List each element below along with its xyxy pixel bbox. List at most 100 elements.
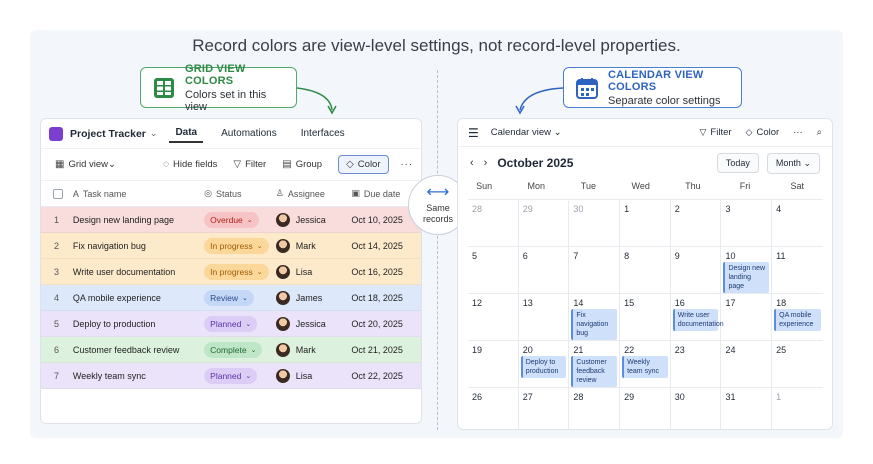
app-title[interactable]: Project Tracker (70, 128, 146, 140)
table-row[interactable]: 2 Fix navigation bug In progress ⌄ Mark Oct 1… (41, 233, 421, 259)
calendar-day[interactable]: 1 (772, 388, 823, 429)
calendar-event[interactable]: Weekly team sync (622, 356, 668, 378)
table-row[interactable]: 3 Write user documentation In progress ⌄ Lis… (41, 259, 421, 285)
task-name[interactable]: Design new landing page (73, 215, 204, 225)
calendar-event[interactable]: QA mobile experience (774, 309, 821, 331)
due-date[interactable]: Oct 20, 2025 (351, 319, 421, 329)
calendar-day[interactable]: 23 (671, 341, 722, 387)
calendar-day[interactable]: 29 (620, 388, 671, 429)
task-name[interactable]: Write user documentation (73, 267, 204, 277)
calendar-event[interactable]: Design new landing page (723, 262, 770, 293)
nav-interfaces[interactable]: Interfaces (295, 125, 351, 142)
prev-month-icon[interactable]: ‹ (470, 157, 474, 169)
calendar-day[interactable]: 7 (569, 247, 621, 293)
status-pill[interactable]: Planned ⌄ (204, 367, 258, 384)
calendar-day[interactable]: 9 (671, 247, 722, 293)
column-header-assignee[interactable]: ♙ Assignee (276, 188, 352, 199)
status-pill[interactable]: Review ⌄ (204, 289, 254, 306)
column-task-label: Task name (82, 188, 127, 199)
calendar-day[interactable]: 20 Deploy to production (519, 341, 570, 387)
status-pill[interactable]: Overdue ⌄ (204, 211, 259, 228)
table-row[interactable]: 7 Weekly team sync Planned ⌄ Lisa Oct 22, 202… (41, 363, 421, 389)
chevron-down-icon[interactable]: ⌄ (150, 128, 158, 139)
calendar-day[interactable]: 27 (519, 388, 570, 429)
task-name[interactable]: Deploy to production (73, 319, 204, 329)
status-label: Review (210, 292, 239, 303)
table-row[interactable]: 5 Deploy to production Planned ⌄ Jessica Oct … (41, 311, 421, 337)
calendar-day[interactable]: 8 (620, 247, 671, 293)
month-mode-select[interactable]: Month ⌄ (766, 152, 820, 174)
calendar-day[interactable]: 26 (468, 388, 519, 429)
column-header-status[interactable]: ◎ Status (204, 188, 276, 199)
next-month-icon[interactable]: › (484, 157, 488, 169)
task-name[interactable]: QA mobile experience (73, 293, 204, 303)
calendar-day[interactable]: 29 (519, 200, 570, 246)
more-button[interactable]: ··· (401, 159, 414, 170)
calendar-day[interactable]: 5 (468, 247, 519, 293)
filter-button[interactable]: ▽ Filter (233, 159, 266, 170)
due-date[interactable]: Oct 22, 2025 (351, 371, 421, 381)
calendar-day[interactable]: 13 (519, 294, 570, 340)
task-name[interactable]: Weekly team sync (73, 371, 204, 381)
calendar-day[interactable]: 14 Fix navigation bug (569, 294, 621, 340)
calendar-day[interactable]: 16 Write user documentation (671, 294, 724, 340)
calendar-day[interactable]: 22 Weekly team sync (620, 341, 671, 387)
calendar-view-switch[interactable]: Calendar view ⌄ (491, 127, 562, 138)
column-header-task[interactable]: A Task name (73, 189, 204, 199)
status-pill[interactable]: Planned ⌄ (204, 315, 258, 332)
status-pill[interactable]: Complete ⌄ (204, 341, 263, 358)
day-number: 30 (674, 392, 685, 402)
table-row[interactable]: 4 QA mobile experience Review ⌄ James Oct 18,… (41, 285, 421, 311)
today-button[interactable]: Today (716, 153, 759, 173)
calendar-day[interactable]: 28 (468, 200, 519, 246)
table-row[interactable]: 6 Customer feedback review Complete ⌄ Mark Oc… (41, 337, 421, 363)
select-all-checkbox[interactable] (53, 188, 63, 199)
status-pill[interactable]: In progress ⌄ (204, 237, 269, 254)
hide-fields-button[interactable]: ◌ Hide fields (163, 159, 217, 170)
calendar-day[interactable]: 2 (671, 200, 722, 246)
calendar-day[interactable]: 19 (468, 341, 519, 387)
nav-automations[interactable]: Automations (215, 125, 283, 142)
table-row[interactable]: 1 Design new landing page Overdue ⌄ Jessica O… (41, 207, 421, 233)
calendar-day[interactable]: 11 (772, 247, 823, 293)
calendar-day[interactable]: 18 QA mobile experience (772, 294, 823, 340)
calendar-day[interactable]: 21 Customer feedback review (569, 341, 621, 387)
color-button[interactable]: ◇ Color (338, 155, 389, 174)
group-button[interactable]: ▤ Group (282, 159, 322, 170)
calendar-day[interactable]: 30 (569, 200, 621, 246)
task-name[interactable]: Customer feedback review (73, 345, 204, 355)
calendar-day[interactable]: 12 (468, 294, 519, 340)
calendar-color-button[interactable]: ◇ Color (746, 127, 780, 138)
calendar-day[interactable]: 10 Design new landing page (721, 247, 773, 293)
calendar-day[interactable]: 24 (721, 341, 773, 387)
calendar-filter-button[interactable]: ▽ Filter (700, 127, 732, 138)
search-icon[interactable]: ⌕ (817, 127, 822, 138)
due-date[interactable]: Oct 18, 2025 (351, 293, 421, 303)
nav-data[interactable]: Data (169, 124, 204, 143)
due-date[interactable]: Oct 16, 2025 (351, 267, 421, 277)
calendar-event[interactable]: Fix navigation bug (571, 309, 618, 340)
calendar-event[interactable]: Deploy to production (520, 356, 567, 378)
day-number: 24 (725, 345, 736, 355)
calendar-day[interactable]: 3 (721, 200, 773, 246)
calendar-day[interactable]: 31 (721, 388, 773, 429)
calendar-day[interactable]: 4 (772, 200, 823, 246)
day-number: 21 (573, 345, 584, 355)
calendar-event[interactable]: Write user documentation (672, 309, 724, 331)
calendar-day[interactable]: 15 (620, 294, 671, 340)
color-label: Color (357, 159, 381, 170)
calendar-day[interactable]: 6 (519, 247, 570, 293)
calendar-day[interactable]: 1 (620, 200, 671, 246)
calendar-day[interactable]: 30 (671, 388, 722, 429)
calendar-event[interactable]: Customer feedback review (571, 356, 618, 387)
due-date[interactable]: Oct 21, 2025 (351, 345, 421, 355)
calendar-more-button[interactable]: ··· (793, 127, 803, 138)
menu-icon[interactable]: ☰ (468, 126, 479, 140)
grid-view-button[interactable]: ▦ Grid view ⌄ (55, 159, 116, 170)
calendar-day[interactable]: 28 (569, 388, 621, 429)
task-name[interactable]: Fix navigation bug (73, 241, 204, 251)
due-date[interactable]: Oct 14, 2025 (351, 241, 421, 251)
status-pill[interactable]: In progress ⌄ (204, 263, 269, 280)
calendar-day[interactable]: 25 (772, 341, 823, 387)
calendar-day[interactable]: 17 (721, 294, 773, 340)
